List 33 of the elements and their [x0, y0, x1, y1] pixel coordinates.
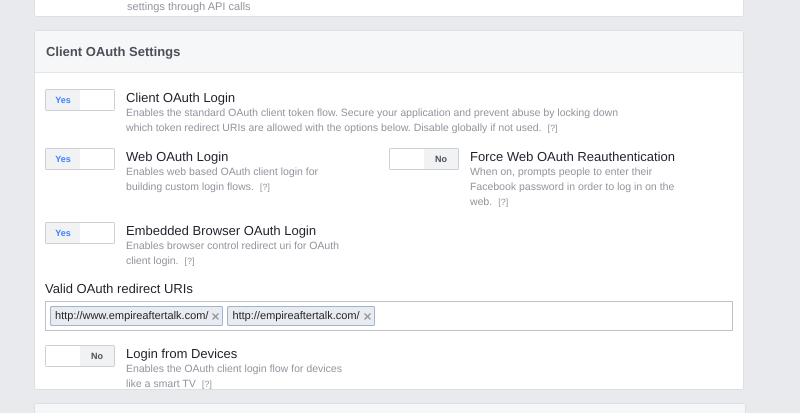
- close-icon[interactable]: [364, 312, 371, 320]
- setting-description: Enables the OAuth client login flow for devices like a smart TV [?]: [126, 362, 343, 392]
- uri-token: http://empireaftertalk.com/: [227, 306, 375, 326]
- toggle-label: Yes: [46, 90, 80, 110]
- help-link[interactable]: [?]: [498, 197, 508, 207]
- setting-title: Web OAuth Login: [126, 148, 230, 165]
- uri-token: http://www.empireaftertalk.com/: [50, 306, 224, 326]
- setting-description: Enables browser control redirect uri for OAuth client login. [?]: [126, 239, 340, 269]
- setting-description: Enables web based OAuth client login for building custom login flows. [?]: [126, 165, 320, 195]
- toggle-switch[interactable]: No: [389, 148, 459, 170]
- field-label: Valid OAuth redirect URIs: [45, 281, 194, 296]
- help-link[interactable]: [?]: [202, 379, 212, 389]
- setting-title: Force Web OAuth Reauthentication: [470, 148, 676, 165]
- help-link[interactable]: [?]: [184, 256, 195, 266]
- toggle-switch[interactable]: Yes: [45, 89, 115, 111]
- help-link[interactable]: [?]: [260, 182, 270, 192]
- close-icon[interactable]: [212, 312, 220, 320]
- setting-description: Enables the standard OAuth client token flow. Secure your application and prevent abuse by locking down which token redirect URIs are allowed with the options below. Disable globally if not used. [?]: [126, 106, 620, 136]
- toggle-switch[interactable]: Yes: [45, 148, 115, 170]
- toggle-label: No: [80, 346, 114, 366]
- toggle-label: No: [424, 149, 458, 169]
- uri-input-field[interactable]: http://www.empireaftertalk.com/ http://empireaftertalk.com/: [45, 301, 733, 331]
- setting-description: settings through API calls: [127, 1, 251, 15]
- setting-title: Login from Devices: [126, 345, 238, 362]
- help-link[interactable]: [?]: [548, 123, 558, 133]
- setting-title: Embedded Browser OAuth Login: [126, 222, 318, 239]
- toggle-label: Yes: [46, 149, 80, 169]
- setting-title: Client OAuth Login: [126, 89, 236, 106]
- toggle-switch[interactable]: Yes: [45, 222, 115, 244]
- card-title: Client OAuth Settings: [46, 44, 180, 59]
- toggle-switch[interactable]: No: [45, 345, 115, 367]
- toggle-label: Yes: [46, 223, 80, 243]
- setting-description: When on, prompts people to enter their Facebook password in order to log in on the web. [?]: [470, 165, 676, 210]
